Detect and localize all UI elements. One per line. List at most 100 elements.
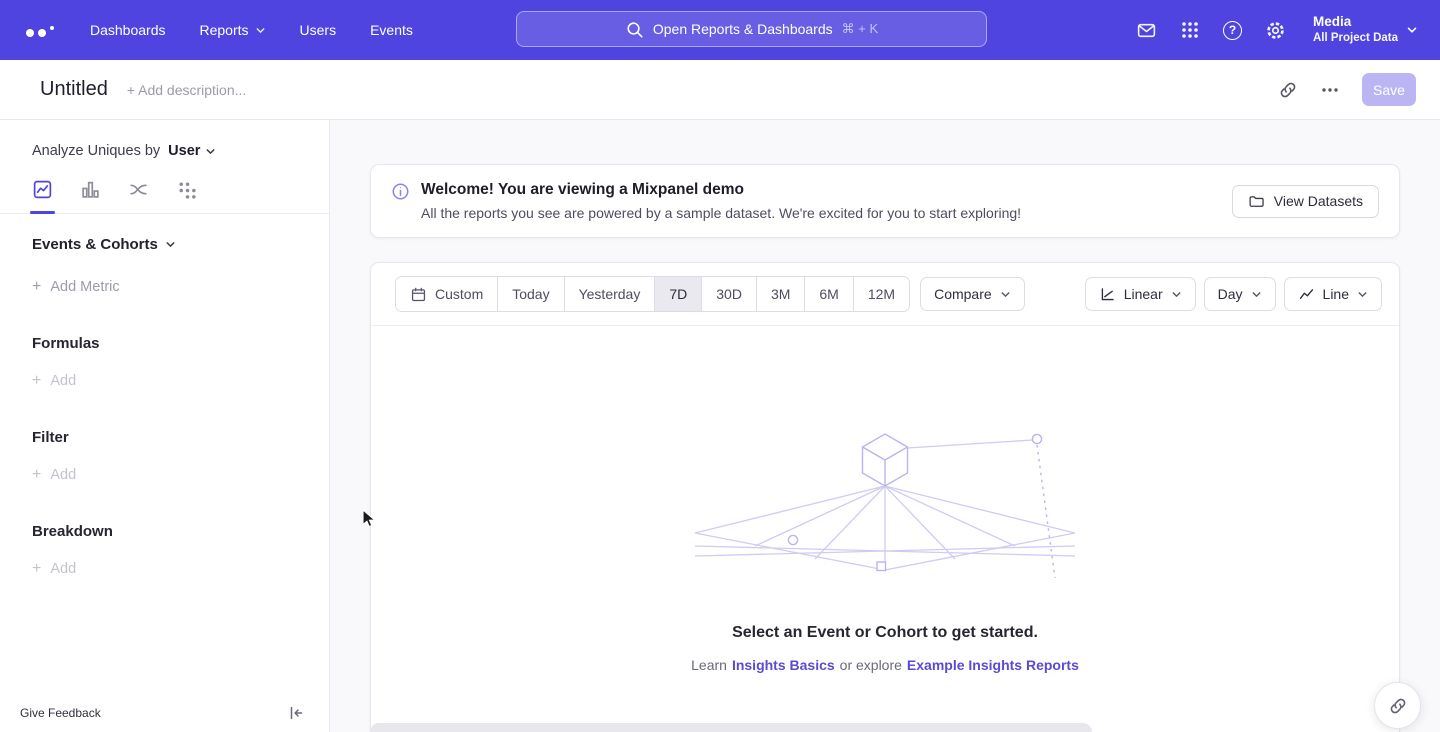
date-range-label: 12M (868, 286, 895, 302)
flows-tab-icon (128, 179, 149, 200)
date-range-7d[interactable]: 7D (655, 277, 702, 311)
events-cohorts-label: Events & Cohorts (32, 236, 158, 253)
nav-reports[interactable]: Reports (200, 22, 266, 38)
logo-dot (26, 29, 34, 37)
nav-dashboards-label: Dashboards (90, 22, 166, 38)
tab-insights[interactable] (32, 179, 53, 213)
date-range-3m[interactable]: 3M (757, 277, 805, 311)
add-formula-button[interactable]: + Add (32, 373, 329, 389)
query-builder-sidebar: Analyze Uniques by User Events & Cohorts… (0, 120, 330, 732)
date-range-yesterday[interactable]: Yesterday (565, 277, 656, 311)
inbox-icon[interactable] (1136, 20, 1157, 41)
or-explore-text: or explore (840, 657, 902, 673)
insights-basics-link[interactable]: Insights Basics (732, 657, 835, 673)
empty-state-title: Select an Event or Cohort to get started… (732, 624, 1038, 642)
search-placeholder: Open Reports & Dashboards (653, 21, 833, 37)
tab-bar-chart[interactable] (80, 179, 101, 213)
chevron-down-icon (255, 25, 266, 36)
analyze-label: Analyze Uniques by (32, 143, 160, 159)
add-filter-button[interactable]: + Add (32, 467, 329, 483)
project-name: Media (1313, 14, 1398, 31)
project-switcher[interactable]: Media All Project Data (1313, 14, 1418, 45)
filter-section: Filter + Add (0, 389, 329, 483)
tab-retention[interactable] (176, 179, 197, 213)
add-formula-label: Add (50, 373, 76, 389)
breakdown-title: Breakdown (32, 523, 329, 540)
visualization-tabs (0, 159, 329, 214)
events-cohorts-dropdown[interactable]: Events & Cohorts (0, 214, 329, 253)
filter-title: Filter (32, 429, 329, 446)
chart-controls: Custom Today Yesterday 7D 30D 3M 6M 12M … (371, 263, 1399, 326)
banner-text: Welcome! You are viewing a Mixpanel demo… (421, 181, 1021, 221)
gear-icon[interactable] (1265, 20, 1286, 41)
date-range-label: Yesterday (579, 286, 641, 302)
example-reports-link[interactable]: Example Insights Reports (907, 657, 1079, 673)
interval-label: Day (1218, 286, 1243, 302)
add-breakdown-label: Add (50, 561, 76, 577)
link-icon[interactable] (1278, 80, 1298, 100)
add-description[interactable]: + Add description... (127, 82, 246, 98)
date-range-30d[interactable]: 30D (702, 277, 757, 311)
add-metric-label: Add Metric (50, 279, 119, 295)
formulas-title: Formulas (32, 335, 329, 352)
global-search[interactable]: Open Reports & Dashboards ⌘ + K (516, 11, 987, 47)
search-icon (625, 20, 644, 39)
logo-dot (50, 26, 54, 30)
top-nav: Dashboards Reports Users Events Open Rep… (0, 0, 1440, 60)
date-range-custom[interactable]: Custom (396, 277, 498, 311)
plus-icon: + (32, 561, 41, 577)
scale-dropdown[interactable]: Linear (1085, 277, 1196, 311)
search-shortcut: ⌘ + K (842, 21, 879, 37)
logo-dot (38, 29, 46, 37)
axis-icon (1099, 286, 1116, 303)
plus-icon: + (32, 373, 41, 389)
analyze-by-dropdown[interactable]: User (168, 143, 216, 159)
save-button[interactable]: Save (1362, 73, 1416, 106)
view-datasets-label: View Datasets (1274, 193, 1363, 209)
sidebar-footer: Give Feedback (0, 694, 329, 732)
compare-label: Compare (934, 286, 992, 302)
date-range-12m[interactable]: 12M (854, 277, 909, 311)
date-range-6m[interactable]: 6M (805, 277, 853, 311)
help-icon[interactable]: ? (1223, 21, 1242, 40)
nav-events[interactable]: Events (370, 22, 413, 38)
share-link-button[interactable] (1374, 682, 1421, 729)
nav-users[interactable]: Users (300, 22, 337, 38)
insights-report-card: Custom Today Yesterday 7D 30D 3M 6M 12M … (370, 262, 1400, 732)
more-options-icon[interactable] (1320, 80, 1340, 100)
calendar-icon (410, 286, 427, 303)
next-section-edge (370, 723, 1092, 732)
collapse-sidebar-icon[interactable] (287, 704, 305, 722)
chevron-down-icon (165, 239, 176, 250)
analyze-value-label: User (168, 143, 200, 159)
interval-dropdown[interactable]: Day (1204, 277, 1276, 311)
tab-flows[interactable] (128, 179, 149, 213)
banner-title: Welcome! You are viewing a Mixpanel demo (421, 181, 1021, 199)
nav-users-label: Users (300, 22, 337, 38)
chevron-down-icon (1251, 289, 1262, 300)
demo-banner: Welcome! You are viewing a Mixpanel demo… (370, 164, 1400, 238)
empty-state-subtitle: Learn Insights Basics or explore Example… (691, 657, 1079, 673)
info-icon (391, 182, 410, 201)
apps-grid-icon[interactable] (1180, 20, 1200, 40)
empty-state: Select an Event or Cohort to get started… (371, 326, 1399, 673)
mixpanel-logo[interactable] (26, 23, 54, 37)
add-breakdown-button[interactable]: + Add (32, 561, 329, 577)
chevron-down-icon (1171, 289, 1182, 300)
add-metric-button[interactable]: + Add Metric (0, 253, 329, 295)
chart-type-label: Line (1323, 286, 1349, 302)
bar-chart-tab-icon (80, 179, 101, 200)
compare-button[interactable]: Compare (920, 277, 1025, 311)
chart-type-dropdown[interactable]: Line (1284, 277, 1382, 311)
nav-dashboards[interactable]: Dashboards (90, 22, 166, 38)
formulas-section: Formulas + Add (0, 295, 329, 389)
view-datasets-button[interactable]: View Datasets (1232, 185, 1379, 218)
give-feedback-link[interactable]: Give Feedback (20, 706, 101, 720)
report-title[interactable]: Untitled (40, 78, 108, 101)
project-scope: All Project Data (1313, 31, 1398, 45)
date-range-today[interactable]: Today (498, 277, 564, 311)
nav-reports-label: Reports (200, 22, 249, 38)
help-glyph: ? (1229, 23, 1236, 37)
date-range-label: Today (512, 286, 549, 302)
line-chart-icon (1298, 286, 1315, 303)
